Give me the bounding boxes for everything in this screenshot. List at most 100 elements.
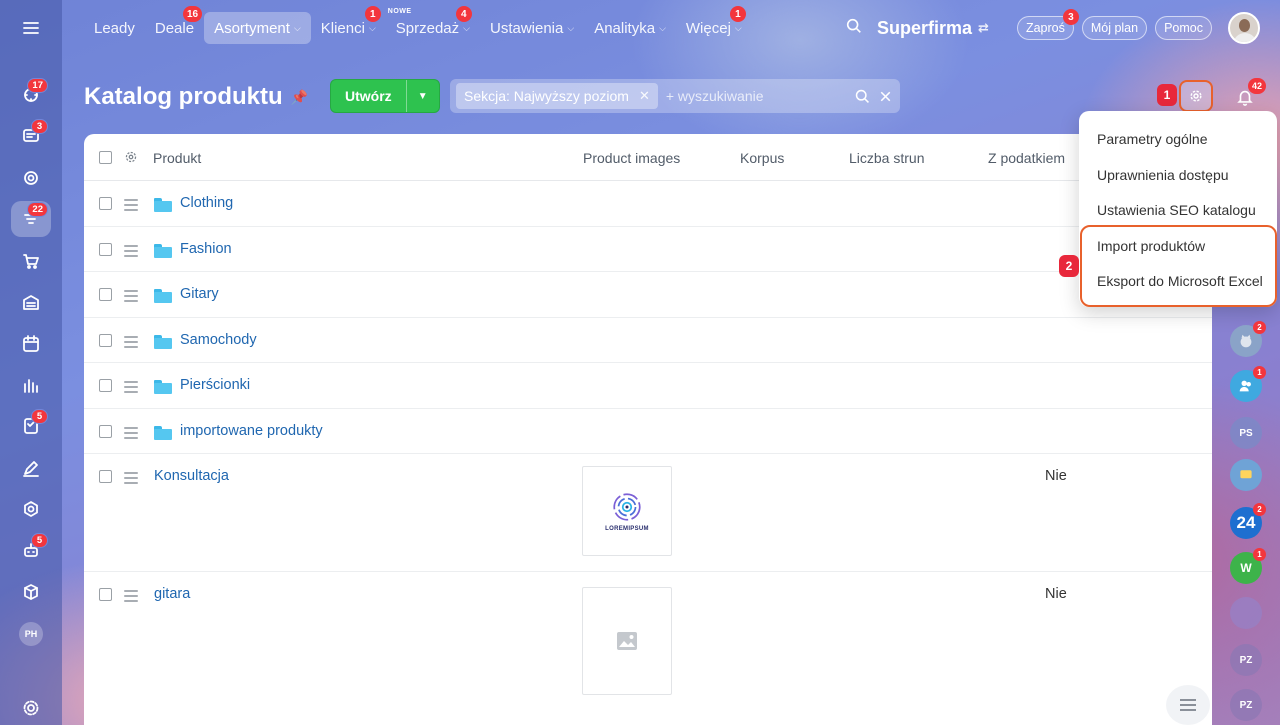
- search-icon[interactable]: [845, 17, 863, 40]
- settings-gear-button[interactable]: [1179, 80, 1213, 112]
- table-row[interactable]: Samochody: [84, 318, 1212, 363]
- row-checkbox[interactable]: [99, 470, 112, 483]
- folder-link[interactable]: Fashion: [180, 241, 232, 257]
- sidebar-user[interactable]: PH: [11, 616, 51, 652]
- sidebar-sites[interactable]: [11, 491, 51, 527]
- tab-asortyment[interactable]: Asortyment ⌵: [204, 12, 311, 44]
- gear-icon[interactable]: [124, 150, 138, 167]
- sidebar-warehouse[interactable]: [11, 284, 51, 320]
- sidebar-settings[interactable]: [11, 690, 51, 725]
- row-checkbox[interactable]: [99, 197, 112, 210]
- rail-avatar-flower[interactable]: [1230, 597, 1262, 629]
- invite-button[interactable]: Zaproś 3: [1016, 9, 1079, 40]
- drag-handle-icon[interactable]: [124, 199, 138, 214]
- menu-item-general-params[interactable]: Parametry ogólne: [1097, 131, 1208, 147]
- sidebar-crm[interactable]: 22: [11, 201, 51, 237]
- row-checkbox[interactable]: [99, 333, 112, 347]
- table-row[interactable]: importowane produkty: [84, 409, 1212, 454]
- rail-avatar-pz[interactable]: PZ: [1230, 644, 1262, 676]
- my-plan-button[interactable]: Mój plan: [1081, 16, 1148, 40]
- column-header-tax[interactable]: Z podatkiem: [988, 134, 1065, 181]
- page-title: Katalog produktu 📌: [84, 83, 308, 111]
- tab-sprzedaz[interactable]: NOWE Sprzedaż ⌵ 4: [386, 6, 480, 44]
- select-all-checkbox[interactable]: [99, 151, 112, 164]
- folder-link[interactable]: Pierścionki: [180, 377, 250, 393]
- folder-link[interactable]: Clothing: [180, 195, 233, 211]
- company-name[interactable]: Superfirma ⇄: [877, 18, 989, 39]
- create-button-label[interactable]: Utwórz: [331, 80, 407, 112]
- sidebar-shop[interactable]: [11, 243, 51, 279]
- tab-klienci[interactable]: Klienci ⌵ 1: [311, 6, 386, 44]
- table-row[interactable]: Konsultacja LOREMIPSUM Nie: [84, 454, 1212, 572]
- column-header-korpus[interactable]: Korpus: [740, 134, 784, 181]
- drag-handle-icon[interactable]: [124, 381, 138, 396]
- tab-wiecej[interactable]: Więcej ⌵ 1: [676, 6, 752, 44]
- chevron-down-icon: ⌵: [368, 22, 376, 33]
- list-menu-button[interactable]: [1166, 685, 1210, 725]
- rail-avatar-group[interactable]: 1: [1230, 366, 1266, 402]
- rail-avatar-chat[interactable]: 2: [1230, 321, 1266, 357]
- sidebar-target[interactable]: [11, 160, 51, 196]
- row-checkbox[interactable]: [99, 242, 112, 256]
- drag-handle-icon[interactable]: [124, 244, 138, 260]
- sidebar-chat[interactable]: 3: [11, 118, 51, 154]
- folder-link[interactable]: Samochody: [180, 332, 257, 348]
- product-link[interactable]: gitara: [154, 586, 190, 602]
- search-icon[interactable]: [854, 88, 871, 105]
- menu-item-seo-settings[interactable]: Ustawienia SEO katalogu: [1097, 202, 1256, 218]
- sidebar-bots[interactable]: 5: [11, 532, 51, 568]
- tab-deale[interactable]: Deale 16: [145, 6, 204, 44]
- column-header-product[interactable]: Produkt: [153, 134, 201, 181]
- sidebar-activity-stream[interactable]: 17: [11, 77, 51, 113]
- drag-handle-icon[interactable]: [124, 472, 138, 487]
- help-button[interactable]: Pomoc: [1155, 16, 1212, 40]
- sidebar-tasks[interactable]: 5: [11, 408, 51, 444]
- folder-link[interactable]: Gitary: [180, 286, 219, 302]
- pin-icon[interactable]: 📌: [291, 89, 308, 106]
- table-row[interactable]: Clothing: [84, 181, 1212, 227]
- sidebar-calendar[interactable]: [11, 326, 51, 362]
- drag-handle-icon[interactable]: [124, 290, 138, 305]
- row-checkbox[interactable]: [99, 424, 112, 438]
- chevron-down-icon: ⌵: [659, 22, 666, 33]
- filter-chip[interactable]: Sekcja: Najwyższy poziom ✕: [456, 83, 658, 109]
- hexagon-icon: [24, 501, 38, 517]
- table-row[interactable]: Gitary: [84, 272, 1212, 318]
- rail-bitrix24[interactable]: 24 2: [1230, 503, 1266, 539]
- row-checkbox[interactable]: [99, 379, 112, 392]
- chevron-down-icon[interactable]: ▼: [407, 91, 439, 102]
- row-checkbox[interactable]: [99, 288, 112, 301]
- sidebar-analytics[interactable]: [11, 367, 51, 403]
- close-icon[interactable]: [877, 88, 894, 105]
- row-checkbox[interactable]: [99, 588, 112, 601]
- product-link[interactable]: Konsultacja: [154, 468, 229, 484]
- create-button[interactable]: Utwórz ▼: [330, 79, 440, 113]
- table-row[interactable]: Fashion: [84, 227, 1212, 272]
- drag-handle-icon[interactable]: [124, 590, 138, 605]
- sidebar-sign[interactable]: [11, 450, 51, 486]
- menu-hamburger-icon[interactable]: [11, 10, 51, 46]
- tab-ustawienia[interactable]: Ustawienia ⌵: [480, 12, 584, 44]
- table-row[interactable]: gitara Nie: [84, 572, 1212, 712]
- search-input[interactable]: [665, 88, 846, 104]
- rail-avatar-ps[interactable]: PS: [1230, 417, 1262, 449]
- product-image[interactable]: LOREMIPSUM: [582, 466, 672, 556]
- rail-avatar-w[interactable]: W 1: [1230, 548, 1266, 584]
- filter-search-box[interactable]: Sekcja: Najwyższy poziom ✕: [450, 79, 900, 113]
- column-header-images[interactable]: Product images: [583, 134, 680, 181]
- notifications-button[interactable]: 42: [1232, 78, 1266, 110]
- folder-link[interactable]: importowane produkty: [180, 423, 323, 439]
- user-avatar[interactable]: [1228, 12, 1260, 44]
- rail-avatar-pz2[interactable]: PZ: [1230, 689, 1262, 721]
- drag-handle-icon[interactable]: [124, 426, 138, 442]
- product-image-placeholder[interactable]: [582, 587, 672, 695]
- drag-handle-icon[interactable]: [124, 335, 138, 351]
- column-header-strings[interactable]: Liczba strun: [849, 134, 924, 181]
- rail-avatar-chat2[interactable]: [1230, 459, 1262, 491]
- table-row[interactable]: Pierścionki: [84, 363, 1212, 409]
- close-icon[interactable]: ✕: [639, 88, 650, 104]
- menu-item-access-rights[interactable]: Uprawnienia dostępu: [1097, 167, 1229, 183]
- sidebar-catalog[interactable]: [11, 574, 51, 610]
- tab-leady[interactable]: Leady: [84, 12, 145, 44]
- tab-analityka[interactable]: Analityka ⌵: [584, 12, 676, 44]
